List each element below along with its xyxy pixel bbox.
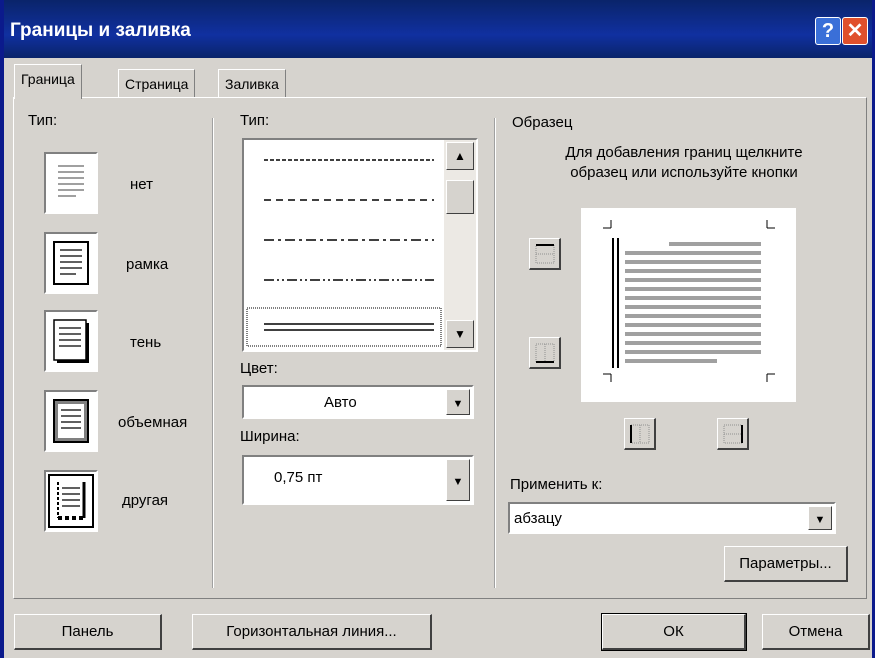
tab-page[interactable]: Страница xyxy=(118,69,196,98)
scroll-thumb[interactable] xyxy=(446,180,474,214)
horizontal-line-button[interactable]: Горизонтальная линия... xyxy=(192,614,432,650)
help-icon[interactable]: ? xyxy=(815,17,841,45)
preview-page xyxy=(603,220,775,382)
apply-to-select[interactable]: абзацу ▼ xyxy=(508,502,836,534)
left-border-button[interactable] xyxy=(624,418,656,450)
tab-border[interactable]: Граница xyxy=(14,64,82,99)
column-divider xyxy=(494,118,495,588)
chevron-down-icon[interactable]: ▼ xyxy=(446,389,470,415)
sample-hint: Для добавления границ щелкните образец и… xyxy=(565,144,803,181)
chevron-down-icon[interactable]: ▼ xyxy=(808,506,832,530)
apply-to-label: Применить к: xyxy=(510,476,603,493)
right-border-button[interactable] xyxy=(717,418,749,450)
bottom-border-icon xyxy=(535,343,555,363)
preset-shadow-icon xyxy=(53,319,89,363)
top-border-icon xyxy=(535,244,555,264)
preset-box-icon xyxy=(53,241,89,285)
column-divider xyxy=(212,118,213,588)
panel-button[interactable]: Панель xyxy=(14,614,162,650)
preset-custom-label[interactable]: другая xyxy=(122,492,168,509)
title-bar[interactable]: Границы и заливка ? ✕ xyxy=(4,0,872,58)
left-border-icon xyxy=(630,424,650,444)
sample-label: Образец xyxy=(512,114,573,131)
preset-none[interactable] xyxy=(44,152,98,214)
line-style-selected xyxy=(246,307,442,347)
line-style-scrollbar[interactable]: ▲ ▼ xyxy=(444,140,476,350)
scroll-up-icon[interactable]: ▲ xyxy=(446,142,474,170)
width-select[interactable]: 0,75 пт ▼ xyxy=(242,455,474,505)
scroll-down-icon[interactable]: ▼ xyxy=(446,320,474,348)
color-label: Цвет: xyxy=(240,360,278,377)
style-type-label: Тип: xyxy=(240,112,270,129)
setting-type-label: Тип: xyxy=(28,112,58,129)
preset-box[interactable] xyxy=(44,232,98,294)
color-select[interactable]: Авто ▼ xyxy=(242,385,474,419)
preset-custom-icon xyxy=(57,482,86,520)
preset-shadow[interactable] xyxy=(44,310,98,372)
preset-custom[interactable] xyxy=(44,470,98,532)
preset-none-label[interactable]: нет xyxy=(130,176,153,193)
border-preview[interactable] xyxy=(581,208,796,402)
apply-to-value: абзацу xyxy=(514,510,562,527)
preset-none-icon xyxy=(58,165,84,197)
preset-shadow-label[interactable]: тень xyxy=(130,334,161,351)
borders-dialog: Границы и заливка ? ✕ Граница Страница З… xyxy=(4,0,872,658)
color-value: Авто xyxy=(324,394,357,411)
width-value: 0,75 пт xyxy=(274,469,323,486)
window-title: Границы и заливка xyxy=(10,20,191,41)
cancel-button[interactable]: Отмена xyxy=(762,614,870,650)
options-button[interactable]: Параметры... xyxy=(724,546,848,582)
right-border-icon xyxy=(723,424,743,444)
line-style-list[interactable]: ▲ ▼ xyxy=(242,138,478,352)
width-label: Ширина: xyxy=(240,428,300,445)
top-border-button[interactable] xyxy=(529,238,561,270)
preset-3d[interactable] xyxy=(44,390,98,452)
ok-button[interactable]: ОК xyxy=(601,613,747,651)
line-styles xyxy=(246,159,442,347)
preset-box-label[interactable]: рамка xyxy=(126,256,168,273)
preset-3d-label[interactable]: объемная xyxy=(118,414,187,431)
tab-shading[interactable]: Заливка xyxy=(218,69,286,98)
close-icon[interactable]: ✕ xyxy=(842,17,868,45)
preset-3d-icon xyxy=(53,399,89,443)
bottom-border-button[interactable] xyxy=(529,337,561,369)
chevron-down-icon[interactable]: ▼ xyxy=(446,459,470,501)
